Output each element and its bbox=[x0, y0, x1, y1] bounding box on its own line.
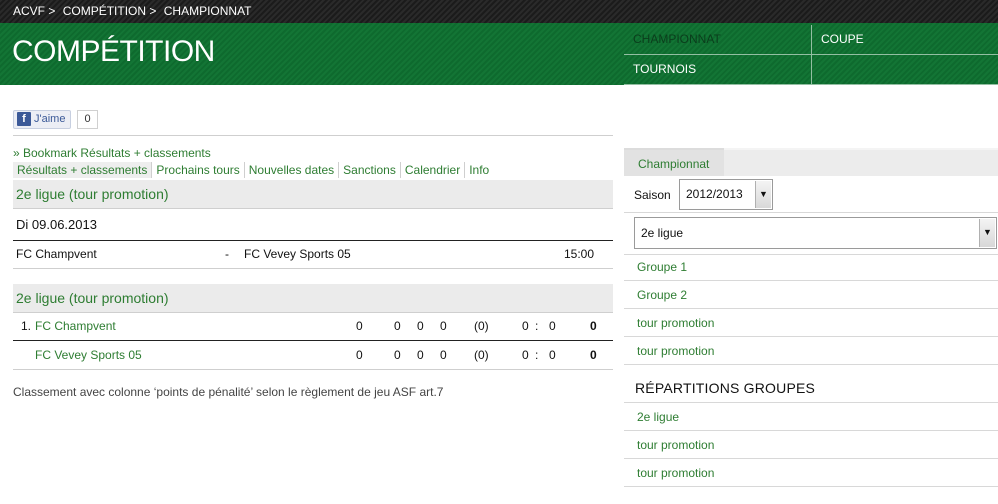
divider bbox=[624, 254, 998, 255]
repartitions-heading: RÉPARTITIONS GROUPES bbox=[635, 380, 816, 396]
chevron-down-icon: ▼ bbox=[755, 181, 771, 208]
stat-won: 0 bbox=[394, 348, 401, 362]
nav-item-tournois[interactable]: TOURNOIS bbox=[624, 55, 812, 85]
standings-note: Classement avec colonne ‘points de pénal… bbox=[13, 385, 444, 399]
stat-played: 0 bbox=[356, 319, 363, 333]
breadcrumb-item-competition[interactable]: COMPÉTITION > bbox=[63, 4, 157, 18]
stat-lost: 0 bbox=[440, 348, 447, 362]
stat-goals-against: 0 bbox=[549, 319, 556, 333]
divider bbox=[13, 340, 613, 341]
bookmark-link[interactable]: » Bookmark Résultats + classements bbox=[13, 146, 211, 160]
divider bbox=[13, 369, 613, 370]
divider bbox=[13, 135, 613, 136]
tab-prochains-tours[interactable]: Prochains tours bbox=[151, 162, 243, 178]
league-value: 2e ligue bbox=[641, 226, 684, 240]
nav-item-coupe[interactable]: COUPE bbox=[812, 25, 998, 55]
match-separator: - bbox=[225, 247, 229, 261]
like-button[interactable]: f J'aime bbox=[13, 109, 72, 129]
divider bbox=[624, 212, 998, 213]
stat-won: 0 bbox=[394, 319, 401, 333]
competition-panel: Championnat Saison 2012/2013 ▼ 2e ligue … bbox=[624, 148, 998, 498]
stat-goals-against: 0 bbox=[549, 348, 556, 362]
stat-colon: : bbox=[535, 348, 539, 362]
rank-position: 1. bbox=[21, 319, 32, 333]
league-select[interactable]: 2e ligue ▼ bbox=[634, 217, 997, 249]
divider bbox=[624, 308, 998, 309]
stat-played: 0 bbox=[356, 348, 363, 362]
away-team: FC Vevey Sports 05 bbox=[244, 247, 351, 261]
home-team: FC Champvent bbox=[16, 247, 97, 261]
tab-resultats-classements[interactable]: Résultats + classements bbox=[13, 162, 152, 178]
stat-goals-for: 0 bbox=[522, 319, 529, 333]
standings-heading: 2e ligue (tour promotion) bbox=[13, 284, 613, 312]
stat-drawn: 0 bbox=[417, 319, 424, 333]
divider bbox=[13, 208, 613, 209]
divider bbox=[624, 280, 998, 281]
team-link[interactable]: FC Champvent bbox=[35, 319, 116, 333]
repartition-link[interactable]: 2e ligue bbox=[637, 410, 679, 424]
like-label: J'aime bbox=[34, 113, 66, 125]
tab-info[interactable]: Info bbox=[464, 162, 493, 178]
stat-points: 0 bbox=[590, 319, 597, 333]
group-link[interactable]: tour promotion bbox=[637, 316, 714, 330]
divider bbox=[624, 430, 998, 431]
stat-drawn: 0 bbox=[417, 348, 424, 362]
page-title: COMPÉTITION bbox=[12, 35, 215, 68]
stat-penalty: (0) bbox=[474, 319, 489, 333]
panel-body: Saison 2012/2013 ▼ 2e ligue ▼ Groupe 1 G… bbox=[624, 176, 998, 498]
group-link[interactable]: tour promotion bbox=[637, 344, 714, 358]
stat-colon: : bbox=[535, 319, 539, 333]
stat-goals-for: 0 bbox=[522, 348, 529, 362]
divider bbox=[624, 486, 998, 487]
chevron-down-icon: ▼ bbox=[979, 219, 995, 247]
repartition-link[interactable]: tour promotion bbox=[637, 438, 714, 452]
like-count: 0 bbox=[77, 109, 98, 129]
results-tabs: Résultats + classements Prochains tours … bbox=[13, 162, 493, 178]
results-heading: 2e ligue (tour promotion) bbox=[13, 180, 613, 208]
section-nav: CHAMPIONNAT COUPE TOURNOIS bbox=[624, 25, 998, 85]
breadcrumb-item-acvf[interactable]: ACVF > bbox=[13, 4, 55, 18]
tab-championnat[interactable]: Championnat bbox=[624, 148, 724, 176]
divider bbox=[13, 240, 613, 241]
facebook-icon: f bbox=[17, 112, 31, 126]
stat-penalty: (0) bbox=[474, 348, 489, 362]
divider bbox=[13, 312, 613, 313]
saison-value: 2012/2013 bbox=[686, 187, 743, 201]
divider bbox=[624, 336, 998, 337]
nav-item-championnat[interactable]: CHAMPIONNAT bbox=[624, 25, 812, 55]
tab-nouvelles-dates[interactable]: Nouvelles dates bbox=[243, 162, 338, 178]
tab-calendrier[interactable]: Calendrier bbox=[399, 162, 464, 178]
saison-label: Saison bbox=[634, 188, 671, 202]
group-link[interactable]: Groupe 2 bbox=[637, 288, 687, 302]
repartition-link[interactable]: tour promotion bbox=[637, 466, 714, 480]
breadcrumb: ACVF > COMPÉTITION > CHAMPIONNAT bbox=[0, 0, 998, 23]
facebook-like: f J'aime 0 bbox=[13, 109, 98, 129]
team-link[interactable]: FC Vevey Sports 05 bbox=[35, 348, 142, 362]
nav-item-empty bbox=[812, 55, 998, 85]
panel-tabbar bbox=[724, 150, 998, 176]
divider bbox=[624, 364, 998, 365]
breadcrumb-item-championnat[interactable]: CHAMPIONNAT bbox=[164, 4, 252, 18]
stat-lost: 0 bbox=[440, 319, 447, 333]
page-header: COMPÉTITION CHAMPIONNAT COUPE TOURNOIS bbox=[0, 23, 998, 85]
match-date: Di 09.06.2013 bbox=[16, 217, 97, 232]
saison-select[interactable]: 2012/2013 ▼ bbox=[679, 179, 773, 210]
group-link[interactable]: Groupe 1 bbox=[637, 260, 687, 274]
match-time: 15:00 bbox=[564, 247, 595, 261]
stat-points: 0 bbox=[590, 348, 597, 362]
divider bbox=[624, 458, 998, 459]
divider bbox=[624, 402, 998, 403]
tab-sanctions[interactable]: Sanctions bbox=[338, 162, 400, 178]
divider bbox=[13, 268, 613, 269]
